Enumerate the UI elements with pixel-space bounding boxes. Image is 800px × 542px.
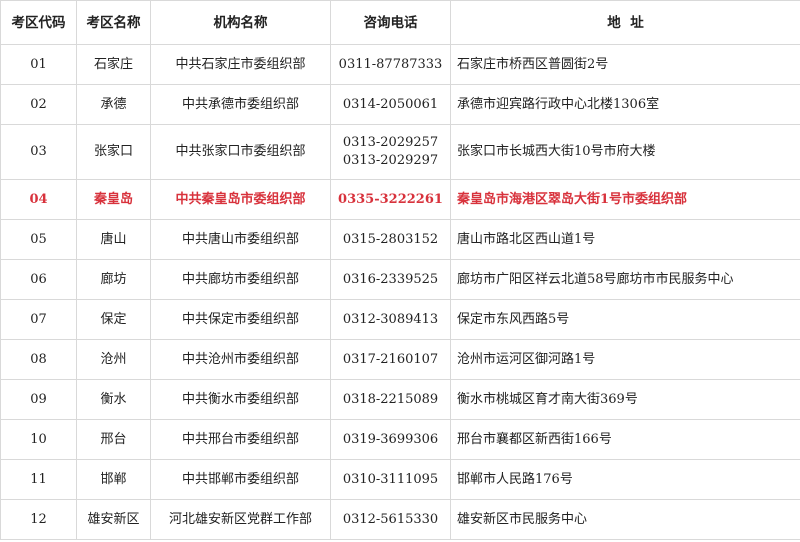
phone-number: 0318-2215089 xyxy=(342,391,439,407)
cell-org: 中共唐山市委组织部 xyxy=(150,219,331,260)
cell-address: 衡水市桃城区育才南大街369号 xyxy=(450,379,800,420)
table-row: 12 雄安新区 河北雄安新区党群工作部 0312-5615330 雄安新区市民服务中心 xyxy=(0,499,800,540)
cell-address: 邢台市襄都区新西街166号 xyxy=(450,419,800,460)
cell-address: 石家庄市桥西区普圆街2号 xyxy=(450,44,800,85)
cell-org: 中共邢台市委组织部 xyxy=(150,419,331,460)
cell-phone: 0316-2339525 xyxy=(330,259,451,300)
cell-region: 秦皇岛 xyxy=(76,179,151,220)
cell-org: 中共保定市委组织部 xyxy=(150,299,331,340)
cell-region: 廊坊 xyxy=(76,259,151,300)
cell-org: 中共石家庄市委组织部 xyxy=(150,44,331,85)
cell-phone: 0310-3111095 xyxy=(330,459,451,500)
cell-address: 张家口市长城西大街10号市府大楼 xyxy=(450,124,800,180)
cell-phone: 0318-2215089 xyxy=(330,379,451,420)
exam-area-contact-table: 考区代码 考区名称 机构名称 咨询电话 地 址 01 石家庄 中共石家庄市委组织部 0… xyxy=(0,0,800,540)
table-row: 01 石家庄 中共石家庄市委组织部 0311-87787333 石家庄市桥西区普圆街2号 xyxy=(0,44,800,85)
phone-number: 0316-2339525 xyxy=(342,271,439,287)
phone-number: 0315-2803152 xyxy=(342,231,439,247)
cell-org: 中共承德市委组织部 xyxy=(150,84,331,125)
cell-code: 08 xyxy=(0,339,77,380)
cell-code: 09 xyxy=(0,379,77,420)
table-row: 10 邢台 中共邢台市委组织部 0319-3699306 邢台市襄都区新西街166号 xyxy=(0,419,800,460)
table-row: 04 秦皇岛 中共秦皇岛市委组织部 0335-3222261 秦皇岛市海港区翠岛大街1号… xyxy=(0,179,800,220)
cell-address: 承德市迎宾路行政中心北楼1306室 xyxy=(450,84,800,125)
table-row: 11 邯郸 中共邯郸市委组织部 0310-3111095 邯郸市人民路176号 xyxy=(0,459,800,500)
phone-number: 0312-3089413 xyxy=(342,311,439,327)
table-body: 01 石家庄 中共石家庄市委组织部 0311-87787333 石家庄市桥西区普圆街2号… xyxy=(0,44,800,540)
cell-region: 雄安新区 xyxy=(76,499,151,540)
header-code: 考区代码 xyxy=(0,0,77,45)
cell-address: 廊坊市广阳区祥云北道58号廊坊市市民服务中心 xyxy=(450,259,800,300)
phone-number: 0313-2029297 xyxy=(342,153,439,168)
phone-number: 0314-2050061 xyxy=(342,96,439,112)
phone-number: 0335-3222261 xyxy=(338,191,443,207)
phone-number: 0311-87787333 xyxy=(338,56,443,72)
cell-phone: 0335-3222261 xyxy=(330,179,451,220)
cell-org: 中共邯郸市委组织部 xyxy=(150,459,331,500)
cell-region: 邯郸 xyxy=(76,459,151,500)
header-phone: 咨询电话 xyxy=(330,0,451,45)
cell-phone: 0314-2050061 xyxy=(330,84,451,125)
cell-phone: 0312-5615330 xyxy=(330,499,451,540)
header-address: 地 址 xyxy=(450,0,800,45)
cell-address: 邯郸市人民路176号 xyxy=(450,459,800,500)
cell-code: 11 xyxy=(0,459,77,500)
cell-org: 河北雄安新区党群工作部 xyxy=(150,499,331,540)
phone-number: 0317-2160107 xyxy=(342,351,439,367)
cell-code: 06 xyxy=(0,259,77,300)
table-row: 09 衡水 中共衡水市委组织部 0318-2215089 衡水市桃城区育才南大街369号 xyxy=(0,379,800,420)
cell-code: 01 xyxy=(0,44,77,85)
cell-org: 中共秦皇岛市委组织部 xyxy=(150,179,331,220)
header-region: 考区名称 xyxy=(76,0,151,45)
phone-number: 0310-3111095 xyxy=(342,471,439,487)
cell-region: 承德 xyxy=(76,84,151,125)
phone-number: 0312-5615330 xyxy=(342,511,439,527)
cell-code: 10 xyxy=(0,419,77,460)
table-row: 03 张家口 中共张家口市委组织部 0313-2029257 0313-2029297 张… xyxy=(0,124,800,180)
cell-phone: 0319-3699306 xyxy=(330,419,451,460)
cell-org: 中共廊坊市委组织部 xyxy=(150,259,331,300)
cell-code: 05 xyxy=(0,219,77,260)
cell-region: 保定 xyxy=(76,299,151,340)
cell-org: 中共衡水市委组织部 xyxy=(150,379,331,420)
cell-code: 02 xyxy=(0,84,77,125)
table-row: 07 保定 中共保定市委组织部 0312-3089413 保定市东风西路5号 xyxy=(0,299,800,340)
cell-region: 沧州 xyxy=(76,339,151,380)
cell-code: 03 xyxy=(0,124,77,180)
cell-region: 邢台 xyxy=(76,419,151,460)
cell-address: 沧州市运河区御河路1号 xyxy=(450,339,800,380)
cell-code: 04 xyxy=(0,179,77,220)
cell-region: 石家庄 xyxy=(76,44,151,85)
cell-phone: 0311-87787333 xyxy=(330,44,451,85)
cell-phone: 0317-2160107 xyxy=(330,339,451,380)
phone-number: 0319-3699306 xyxy=(342,431,439,447)
cell-address: 雄安新区市民服务中心 xyxy=(450,499,800,540)
cell-phone: 0313-2029257 0313-2029297 xyxy=(330,124,451,180)
cell-address: 保定市东风西路5号 xyxy=(450,299,800,340)
table-row: 08 沧州 中共沧州市委组织部 0317-2160107 沧州市运河区御河路1号 xyxy=(0,339,800,380)
cell-phone: 0312-3089413 xyxy=(330,299,451,340)
header-org: 机构名称 xyxy=(150,0,331,45)
phone-number: 0313-2029257 xyxy=(342,135,439,150)
cell-region: 张家口 xyxy=(76,124,151,180)
cell-region: 唐山 xyxy=(76,219,151,260)
table-header-row: 考区代码 考区名称 机构名称 咨询电话 地 址 xyxy=(0,0,800,45)
cell-address: 唐山市路北区西山道1号 xyxy=(450,219,800,260)
cell-code: 12 xyxy=(0,499,77,540)
cell-org: 中共张家口市委组织部 xyxy=(150,124,331,180)
cell-org: 中共沧州市委组织部 xyxy=(150,339,331,380)
table-row: 05 唐山 中共唐山市委组织部 0315-2803152 唐山市路北区西山道1号 xyxy=(0,219,800,260)
table-row: 06 廊坊 中共廊坊市委组织部 0316-2339525 廊坊市广阳区祥云北道58号廊坊… xyxy=(0,259,800,300)
cell-phone: 0315-2803152 xyxy=(330,219,451,260)
cell-code: 07 xyxy=(0,299,77,340)
table-row: 02 承德 中共承德市委组织部 0314-2050061 承德市迎宾路行政中心北楼130… xyxy=(0,84,800,125)
cell-region: 衡水 xyxy=(76,379,151,420)
cell-address: 秦皇岛市海港区翠岛大街1号市委组织部 xyxy=(450,179,800,220)
